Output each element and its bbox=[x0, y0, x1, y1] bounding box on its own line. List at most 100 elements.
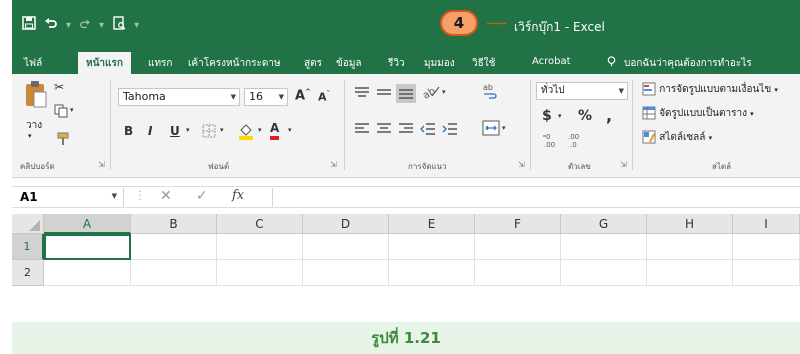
cell-styles-button[interactable]: สไตล์เซลล์ ▾ bbox=[642, 130, 712, 145]
save-icon[interactable] bbox=[22, 16, 36, 34]
paste-icon[interactable] bbox=[24, 80, 48, 113]
tell-me-input[interactable]: บอกฉันว่าคุณต้องการทำอะไร bbox=[624, 56, 752, 71]
cell-g1[interactable] bbox=[561, 234, 647, 260]
currency-dropdown-icon[interactable]: ▾ bbox=[558, 112, 562, 120]
decrease-font-size-button[interactable]: Aˇ bbox=[318, 90, 330, 104]
cancel-entry-button[interactable]: ✕ bbox=[160, 188, 172, 204]
column-header-c[interactable]: C bbox=[217, 214, 303, 234]
tab-insert[interactable]: แทรก bbox=[148, 56, 172, 71]
comma-button[interactable]: , bbox=[606, 106, 612, 125]
cut-icon[interactable]: ✂ bbox=[54, 80, 64, 94]
increase-decimal-icon[interactable]: 0.00 bbox=[542, 132, 560, 151]
cell-c1[interactable] bbox=[217, 234, 303, 260]
name-box[interactable]: A1 ▼ bbox=[14, 188, 124, 207]
increase-indent-icon[interactable] bbox=[442, 122, 458, 139]
cell-a2[interactable] bbox=[44, 260, 131, 286]
merge-center-icon[interactable] bbox=[482, 120, 500, 139]
paste-dropdown-icon[interactable]: ▾ bbox=[28, 132, 32, 140]
insert-function-button[interactable]: fx bbox=[232, 188, 244, 203]
orientation-dropdown-icon[interactable]: ▾ bbox=[442, 88, 446, 96]
fill-color-icon[interactable] bbox=[238, 122, 254, 143]
print-preview-icon[interactable] bbox=[112, 16, 126, 34]
copy-icon[interactable] bbox=[54, 104, 68, 121]
orientation-icon[interactable]: ab bbox=[421, 84, 440, 103]
decrease-decimal-icon[interactable]: .00.0 bbox=[566, 132, 584, 151]
column-header-f[interactable]: F bbox=[475, 214, 561, 234]
align-middle-icon[interactable] bbox=[376, 86, 392, 103]
align-bottom-icon[interactable] bbox=[396, 84, 416, 103]
cell-f2[interactable] bbox=[475, 260, 561, 286]
wrap-text-icon[interactable]: ab bbox=[482, 82, 498, 103]
align-top-icon[interactable] bbox=[354, 86, 370, 103]
redo-icon[interactable] bbox=[79, 18, 91, 33]
column-header-a[interactable]: A bbox=[44, 214, 131, 234]
percent-button[interactable]: % bbox=[578, 108, 592, 124]
undo-dropdown-icon[interactable]: ▾ bbox=[66, 20, 71, 31]
align-left-icon[interactable] bbox=[354, 122, 370, 139]
cell-b1[interactable] bbox=[131, 234, 217, 260]
redo-dropdown-icon[interactable]: ▾ bbox=[99, 20, 104, 31]
font-color-button[interactable]: A bbox=[270, 120, 280, 140]
tell-me-search-icon[interactable] bbox=[606, 56, 617, 70]
cell-f1[interactable] bbox=[475, 234, 561, 260]
undo-icon[interactable] bbox=[44, 16, 58, 34]
align-right-icon[interactable] bbox=[398, 122, 414, 139]
column-header-i[interactable]: I bbox=[733, 214, 800, 234]
number-format-select[interactable]: ทั่วไป ▼ bbox=[536, 82, 628, 100]
tab-formulas[interactable]: สูตร bbox=[304, 56, 322, 71]
paste-label[interactable]: วาง bbox=[26, 118, 42, 133]
cell-d2[interactable] bbox=[303, 260, 389, 286]
borders-dropdown-icon[interactable]: ▾ bbox=[220, 126, 224, 134]
cell-b2[interactable] bbox=[131, 260, 217, 286]
column-header-g[interactable]: G bbox=[561, 214, 647, 234]
format-painter-icon[interactable] bbox=[56, 132, 70, 149]
number-launcher-icon[interactable]: ⇲ bbox=[620, 160, 627, 169]
underline-button[interactable]: U bbox=[170, 124, 180, 138]
font-size-select[interactable]: 16 ▼ bbox=[244, 88, 288, 106]
tab-home[interactable]: หน้าแรก bbox=[78, 52, 131, 74]
conditional-formatting-button[interactable]: การจัดรูปแบบตามเงื่อนไข ▾ bbox=[642, 82, 778, 97]
select-all-corner[interactable] bbox=[12, 214, 44, 234]
column-header-e[interactable]: E bbox=[389, 214, 475, 234]
cell-g2[interactable] bbox=[561, 260, 647, 286]
formula-input[interactable] bbox=[272, 188, 800, 207]
column-header-h[interactable]: H bbox=[647, 214, 733, 234]
fill-color-dropdown-icon[interactable]: ▾ bbox=[258, 126, 262, 134]
cell-e1[interactable] bbox=[389, 234, 475, 260]
customize-qat-icon[interactable]: ▾ bbox=[134, 20, 139, 31]
confirm-entry-button[interactable]: ✓ bbox=[196, 188, 208, 204]
clipboard-launcher-icon[interactable]: ⇲ bbox=[98, 160, 105, 169]
font-name-select[interactable]: Tahoma ▼ bbox=[118, 88, 240, 106]
bold-button[interactable]: B bbox=[124, 124, 133, 138]
underline-dropdown-icon[interactable]: ▾ bbox=[186, 126, 190, 134]
cell-h2[interactable] bbox=[647, 260, 733, 286]
font-launcher-icon[interactable]: ⇲ bbox=[330, 160, 337, 169]
decrease-indent-icon[interactable] bbox=[420, 122, 436, 139]
cell-c2[interactable] bbox=[217, 260, 303, 286]
tab-file[interactable]: ไฟล์ bbox=[24, 56, 42, 71]
cell-d1[interactable] bbox=[303, 234, 389, 260]
alignment-launcher-icon[interactable]: ⇲ bbox=[518, 160, 525, 169]
row-header-2[interactable]: 2 bbox=[12, 260, 44, 286]
currency-button[interactable]: $ bbox=[542, 108, 552, 124]
tab-data[interactable]: ข้อมูล bbox=[336, 56, 362, 71]
tab-review[interactable]: รีวิว bbox=[388, 56, 405, 71]
copy-dropdown-icon[interactable]: ▾ bbox=[70, 106, 74, 114]
increase-font-size-button[interactable]: A^ bbox=[295, 88, 311, 103]
tab-acrobat[interactable]: Acrobat bbox=[532, 56, 571, 67]
italic-button[interactable]: I bbox=[148, 124, 152, 138]
font-color-dropdown-icon[interactable]: ▾ bbox=[288, 126, 292, 134]
cell-i2[interactable] bbox=[733, 260, 800, 286]
column-header-d[interactable]: D bbox=[303, 214, 389, 234]
merge-dropdown-icon[interactable]: ▾ bbox=[502, 124, 506, 132]
tab-help[interactable]: วิธีใช้ bbox=[472, 56, 495, 71]
cell-h1[interactable] bbox=[647, 234, 733, 260]
row-header-1[interactable]: 1 bbox=[12, 234, 44, 260]
format-as-table-button[interactable]: จัดรูปแบบเป็นตาราง ▾ bbox=[642, 106, 754, 121]
align-center-icon[interactable] bbox=[376, 122, 392, 139]
tab-view[interactable]: มุมมอง bbox=[424, 56, 455, 71]
column-header-b[interactable]: B bbox=[131, 214, 217, 234]
cell-e2[interactable] bbox=[389, 260, 475, 286]
tab-page-layout[interactable]: เค้าโครงหน้ากระดาษ bbox=[188, 56, 281, 71]
cell-i1[interactable] bbox=[733, 234, 800, 260]
